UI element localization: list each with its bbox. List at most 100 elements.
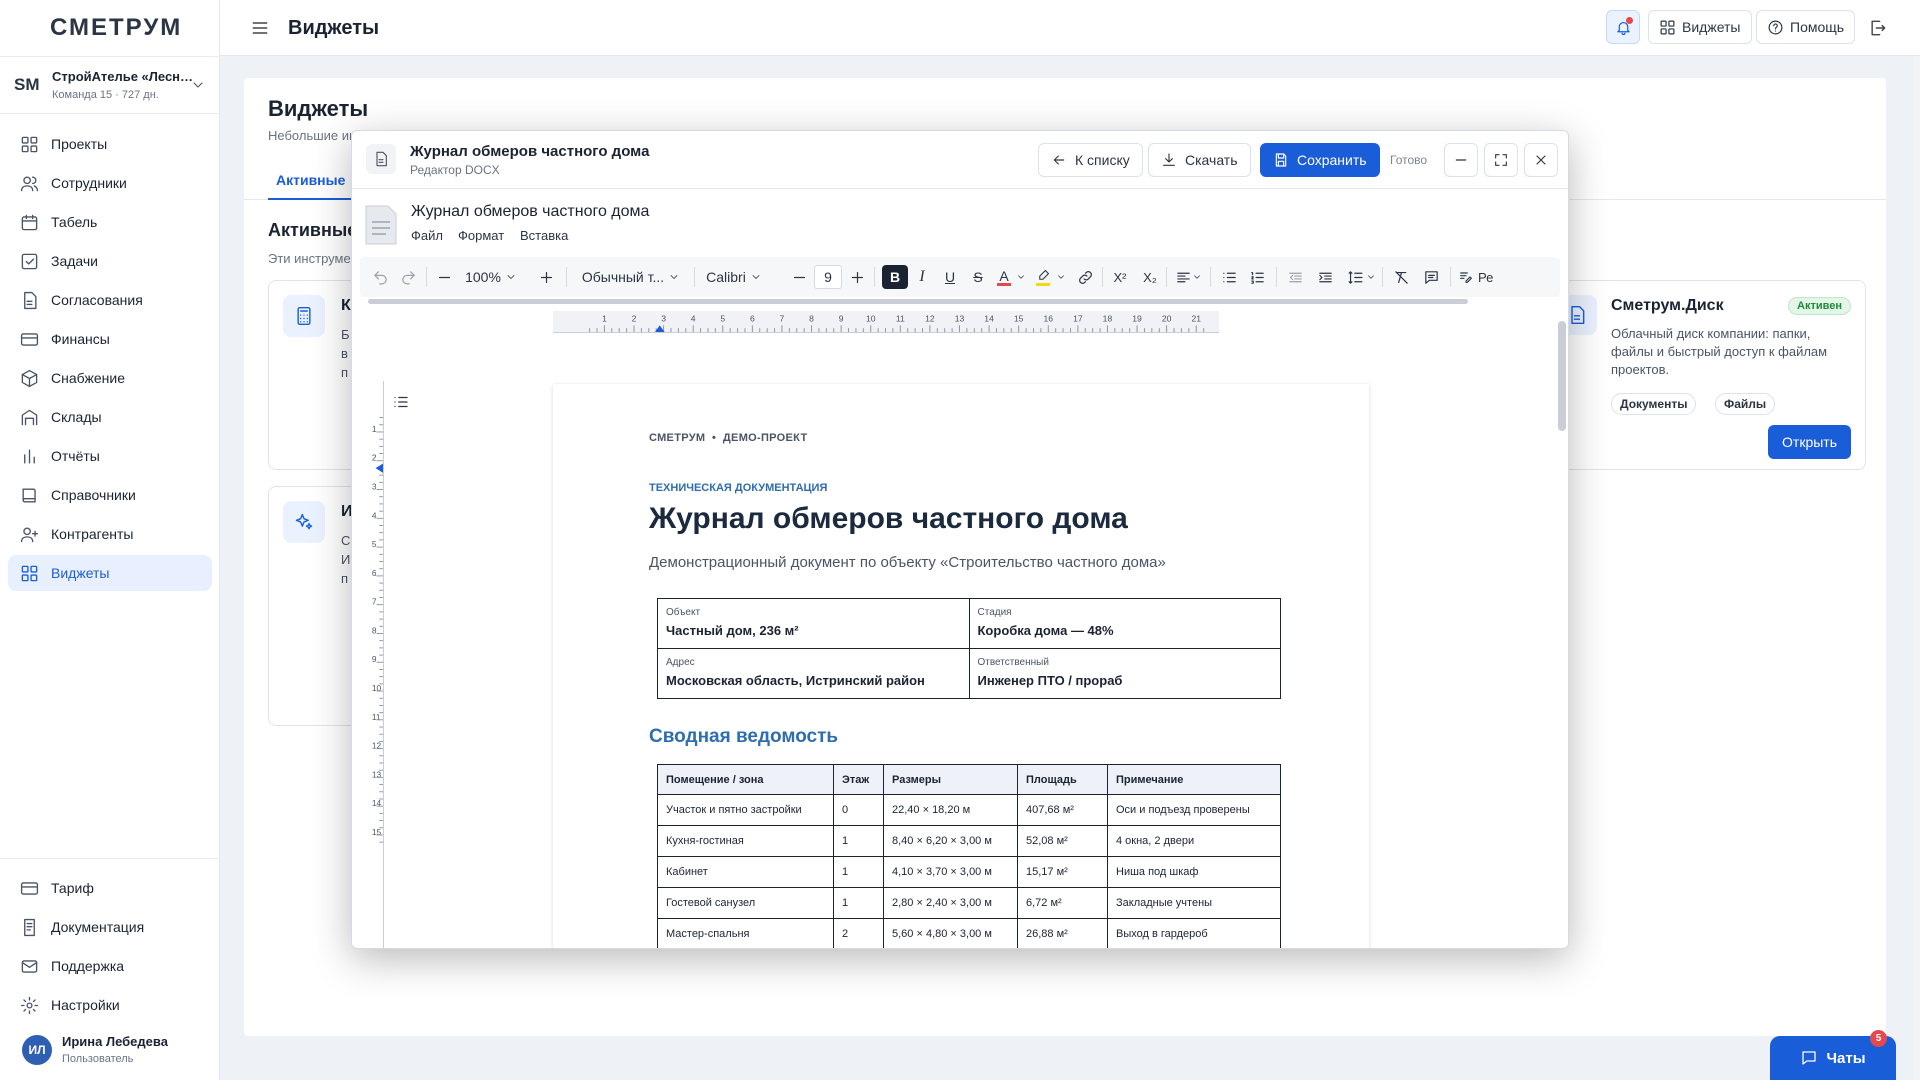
vertical-ruler[interactable]: 123456789101112131415	[370, 381, 384, 949]
info-cell: Ответственный Инженер ПТО / прораб	[968, 648, 1281, 699]
sidebar-item-employees[interactable]: Сотрудники	[8, 165, 212, 201]
notifications-button[interactable]	[1606, 10, 1640, 44]
chevron-down-icon[interactable]	[1016, 265, 1026, 289]
numbered-list-icon[interactable]	[1246, 265, 1268, 289]
user-profile[interactable]: ИЛ Ирина Лебедева Пользователь	[0, 1025, 220, 1080]
tag-files[interactable]: Файлы	[1715, 393, 1776, 415]
chevron-down-icon[interactable]	[1192, 265, 1202, 289]
italic-button[interactable]: I	[912, 265, 932, 289]
document-page[interactable]: СМЕТРУМ • ДЕМО-ПРОЕКТ ТЕХНИЧЕСКАЯ ДОКУМЕ…	[553, 384, 1369, 948]
info-label: Стадия	[977, 607, 1012, 618]
sidebar-item-settings[interactable]: Настройки	[8, 987, 212, 1023]
sidebar-item-label: Поддержка	[51, 958, 125, 974]
chevron-down-icon[interactable]	[1366, 265, 1376, 289]
zoom-select[interactable]: 100%	[464, 265, 518, 289]
paragraph-style-select[interactable]: Обычный т...	[576, 265, 686, 289]
sidebar-item-finance[interactable]: Финансы	[8, 321, 212, 357]
indent-icon[interactable]	[1314, 265, 1336, 289]
minimize-button[interactable]	[1444, 143, 1478, 177]
sidebar-item-tariff[interactable]: Тариф	[8, 870, 212, 906]
download-icon	[1163, 153, 1175, 166]
sidebar-item-references[interactable]: Справочники	[8, 477, 212, 513]
sidebar-item-warehouses[interactable]: Склады	[8, 399, 212, 435]
table-row: Кухня-гостиная 1 8,40 × 6,20 × 3,00 м 52,08…	[657, 825, 1281, 857]
menu-format[interactable]: Формат	[458, 228, 504, 243]
logout-icon[interactable]	[1868, 18, 1888, 38]
bold-button[interactable]: B	[882, 265, 908, 289]
bullet-list-icon[interactable]	[1218, 265, 1240, 289]
ruler-label: 8	[809, 314, 814, 324]
divider	[1382, 267, 1383, 287]
comment-icon[interactable]	[1420, 265, 1442, 289]
menu-file[interactable]: Файл	[411, 228, 443, 243]
ruler-label: 5	[372, 539, 377, 549]
horizontal-ruler[interactable]: 1 2 3 4 5 6 7 8 9 10 11 12 13 14 15 16 17 18 19 20 21	[553, 311, 1219, 333]
ruler-label: 14	[984, 314, 994, 324]
font-size-increase-icon[interactable]	[848, 265, 866, 289]
sidebar-item-approvals[interactable]: Согласования	[8, 282, 212, 318]
chevron-down-icon[interactable]	[1056, 265, 1066, 289]
toolbar-scrollbar[interactable]	[368, 299, 1468, 304]
menu-insert[interactable]: Вставка	[520, 228, 568, 243]
zoom-out-icon[interactable]	[434, 265, 454, 289]
editor-toolbar: 100% Обычный т... Calibri 9 B I U S A X²…	[360, 257, 1560, 297]
clear-format-icon[interactable]	[1390, 265, 1412, 289]
widgets-button[interactable]: Виджеты	[1648, 10, 1752, 44]
redo-icon[interactable]	[398, 265, 418, 289]
modal-header: Журнал обмеров частного дома Редактор DO…	[352, 131, 1568, 189]
strikethrough-button[interactable]: S	[968, 265, 988, 289]
info-value: Московская область, Истринский район	[666, 673, 925, 688]
font-color-button[interactable]: A	[994, 265, 1014, 289]
section-title: Активные	[268, 220, 358, 240]
document-title-input[interactable]: Журнал обмеров частного дома	[411, 203, 649, 221]
superscript-button[interactable]: X²	[1108, 265, 1132, 289]
download-button[interactable]: Скачать	[1148, 143, 1251, 177]
widget-description: Облачный диск компании: папки, файлы и б…	[1611, 326, 1828, 377]
tab-active[interactable]: Активные	[268, 172, 354, 200]
top-margin-marker[interactable]	[375, 463, 383, 473]
zoom-in-icon[interactable]	[536, 265, 556, 289]
status-badge: Активен	[1788, 297, 1851, 315]
tag-documents[interactable]: Документы	[1611, 393, 1697, 415]
sidebar-item-widgets[interactable]: Виджеты	[8, 555, 212, 591]
font-select[interactable]: Calibri	[704, 265, 764, 289]
review-button[interactable]: Ре	[1458, 265, 1498, 289]
subscript-button[interactable]: X₂	[1138, 265, 1162, 289]
org-switcher[interactable]: SM СтройАтелье «Лесн… Команда 15 · 727 д…	[0, 56, 220, 114]
sidebar-item-tasks[interactable]: Задачи	[8, 243, 212, 279]
close-button[interactable]	[1524, 143, 1558, 177]
save-button[interactable]: Сохранить	[1260, 143, 1380, 177]
link-icon[interactable]	[1074, 265, 1096, 289]
info-cell: Объект Частный дом, 236 м²	[657, 598, 970, 649]
help-button[interactable]: Помощь	[1756, 10, 1856, 44]
sidebar-item-projects[interactable]: Проекты	[8, 126, 212, 162]
sidebar-item-timesheet[interactable]: Табель	[8, 204, 212, 240]
underline-button[interactable]: U	[940, 265, 960, 289]
sidebar-item-reports[interactable]: Отчёты	[8, 438, 212, 474]
app-logo[interactable]: СМЕТРУМ	[50, 14, 182, 42]
ruler-label: 17	[1073, 314, 1083, 324]
align-left-icon[interactable]	[1172, 265, 1194, 289]
outdent-icon[interactable]	[1284, 265, 1306, 289]
sidebar-item-contractors[interactable]: Контрагенты	[8, 516, 212, 552]
font-size-input[interactable]: 9	[814, 265, 842, 289]
font-size-decrease-icon[interactable]	[790, 265, 808, 289]
highlight-icon[interactable]	[1032, 265, 1054, 289]
page-scrollbar[interactable]	[1914, 56, 1920, 1080]
fullscreen-button[interactable]	[1484, 143, 1518, 177]
vertical-scrollbar[interactable]	[1558, 321, 1566, 431]
ruler-label: 12	[372, 741, 382, 751]
open-button[interactable]: Открыть	[1768, 425, 1851, 459]
menu-icon[interactable]	[250, 18, 270, 38]
sidebar-item-supply[interactable]: Снабжение	[8, 360, 212, 396]
document-outline-icon[interactable]	[392, 393, 410, 411]
warehouse-icon	[21, 409, 38, 425]
table-cell: Кабинет	[657, 856, 834, 888]
table-row: Гостевой санузел 1 2,80 × 2,40 × 3,00 м 6,7…	[657, 887, 1281, 919]
sidebar-item-support[interactable]: Поддержка	[8, 948, 212, 984]
sidebar-item-docs[interactable]: Документация	[8, 909, 212, 945]
undo-icon[interactable]	[370, 265, 390, 289]
line-spacing-icon[interactable]	[1344, 265, 1366, 289]
back-to-list-button[interactable]: К списку	[1038, 143, 1143, 177]
divider	[1102, 267, 1103, 287]
